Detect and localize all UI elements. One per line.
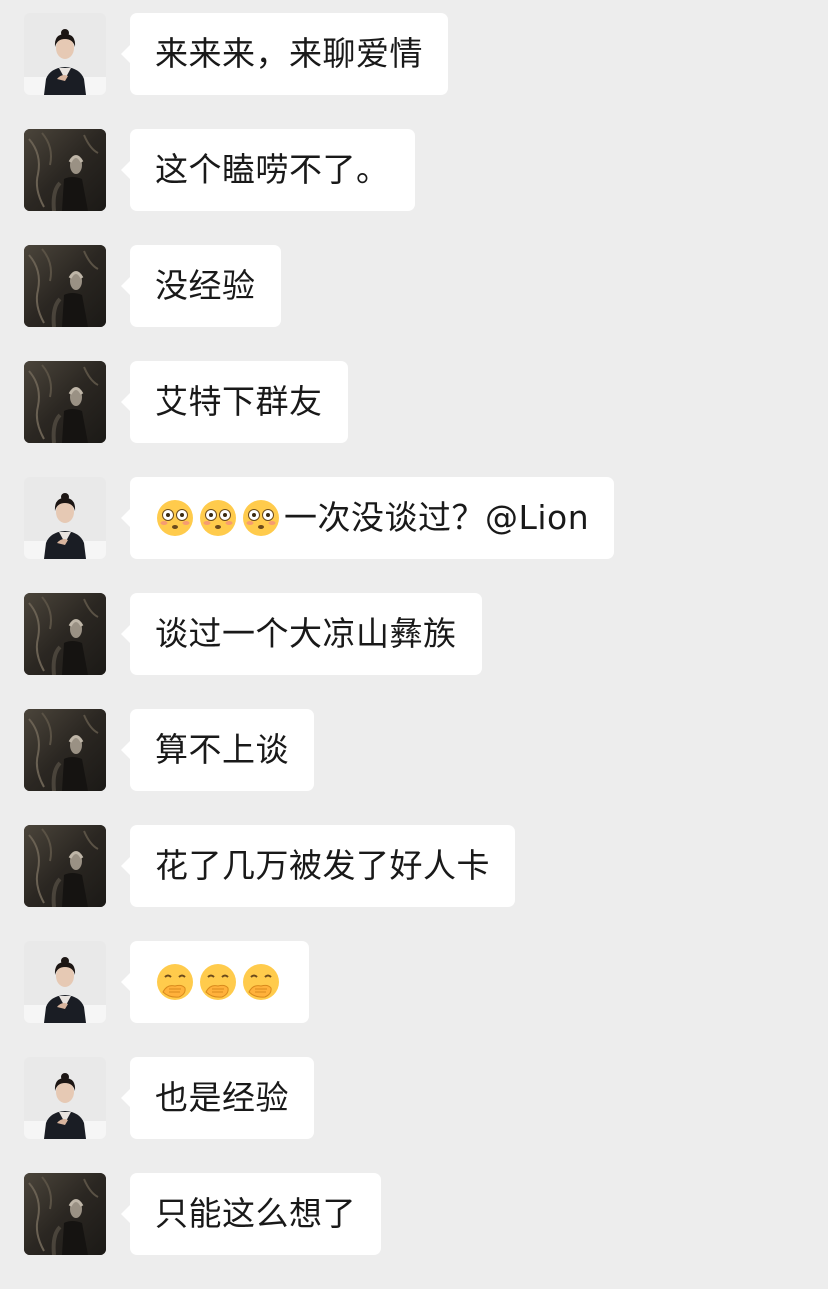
message-bubble[interactable]: 来来来，来聊爱情 bbox=[121, 13, 448, 95]
hand-over-mouth-face-icon bbox=[198, 962, 238, 1002]
message-bubble[interactable]: 艾特下群友 bbox=[121, 361, 348, 443]
man-portrait-icon bbox=[24, 593, 106, 675]
hand-over-mouth-face-icon bbox=[241, 962, 281, 1002]
avatar[interactable] bbox=[24, 245, 106, 327]
avatar[interactable] bbox=[24, 709, 106, 791]
man-portrait-icon bbox=[24, 825, 106, 907]
man-portrait-icon bbox=[24, 129, 106, 211]
avatar[interactable] bbox=[24, 1173, 106, 1255]
message-text: 算不上谈 bbox=[155, 730, 289, 769]
message-row bbox=[0, 941, 828, 1057]
message-row: 一次没谈过？@Lion bbox=[0, 477, 828, 593]
avatar[interactable] bbox=[24, 477, 106, 559]
message-row: 谈过一个大凉山彝族 bbox=[0, 593, 828, 709]
man-portrait-icon bbox=[24, 361, 106, 443]
message-bubble[interactable]: 花了几万被发了好人卡 bbox=[121, 825, 515, 907]
avatar[interactable] bbox=[24, 361, 106, 443]
flushed-face-icon bbox=[198, 498, 238, 538]
message-bubble[interactable]: 只能这么想了 bbox=[121, 1173, 381, 1255]
message-text: 也是经验 bbox=[155, 1078, 289, 1117]
man-portrait-icon bbox=[24, 709, 106, 791]
woman-portrait-icon bbox=[24, 1057, 106, 1139]
woman-portrait-icon bbox=[24, 941, 106, 1023]
message-row: 这个瞌唠不了。 bbox=[0, 129, 828, 245]
message-row: 艾特下群友 bbox=[0, 361, 828, 477]
message-bubble[interactable]: 算不上谈 bbox=[121, 709, 314, 791]
message-bubble[interactable]: 谈过一个大凉山彝族 bbox=[121, 593, 482, 675]
emoji-group bbox=[155, 962, 284, 1002]
message-row: 只能这么想了 bbox=[0, 1173, 828, 1289]
message-bubble[interactable]: 这个瞌唠不了。 bbox=[121, 129, 415, 211]
message-text: 来来来，来聊爱情 bbox=[155, 34, 423, 73]
chat-message-list: 来来来，来聊爱情 这个瞌唠不了。 没经验 艾特下群友 一次没谈过？@Lion 谈… bbox=[0, 13, 828, 1289]
message-row: 算不上谈 bbox=[0, 709, 828, 825]
avatar[interactable] bbox=[24, 129, 106, 211]
message-bubble[interactable]: 一次没谈过？@Lion bbox=[120, 477, 615, 559]
woman-portrait-icon bbox=[24, 13, 106, 95]
flushed-face-icon bbox=[241, 498, 281, 538]
avatar[interactable] bbox=[24, 1057, 106, 1139]
hand-over-mouth-face-icon bbox=[155, 962, 195, 1002]
message-row: 花了几万被发了好人卡 bbox=[0, 825, 828, 941]
man-portrait-icon bbox=[24, 245, 106, 327]
woman-portrait-icon bbox=[24, 477, 106, 559]
message-row: 没经验 bbox=[0, 245, 828, 361]
avatar[interactable] bbox=[24, 825, 106, 907]
message-bubble[interactable]: 也是经验 bbox=[121, 1057, 314, 1139]
message-text: 花了几万被发了好人卡 bbox=[155, 846, 490, 885]
avatar[interactable] bbox=[24, 13, 106, 95]
message-text: 这个瞌唠不了。 bbox=[155, 150, 390, 189]
message-text: 艾特下群友 bbox=[155, 382, 323, 421]
flushed-face-icon bbox=[155, 498, 195, 538]
man-portrait-icon bbox=[24, 1173, 106, 1255]
message-bubble[interactable]: 没经验 bbox=[121, 245, 281, 327]
message-text: 谈过一个大凉山彝族 bbox=[155, 614, 457, 653]
avatar[interactable] bbox=[24, 593, 106, 675]
message-text: 没经验 bbox=[155, 266, 256, 305]
emoji-group bbox=[155, 498, 284, 538]
message-text: 一次没谈过？@Lion bbox=[284, 498, 590, 537]
message-text: 只能这么想了 bbox=[155, 1194, 356, 1233]
message-row: 来来来，来聊爱情 bbox=[0, 13, 828, 129]
avatar[interactable] bbox=[24, 941, 106, 1023]
message-bubble[interactable] bbox=[121, 941, 309, 1023]
message-row: 也是经验 bbox=[0, 1057, 828, 1173]
